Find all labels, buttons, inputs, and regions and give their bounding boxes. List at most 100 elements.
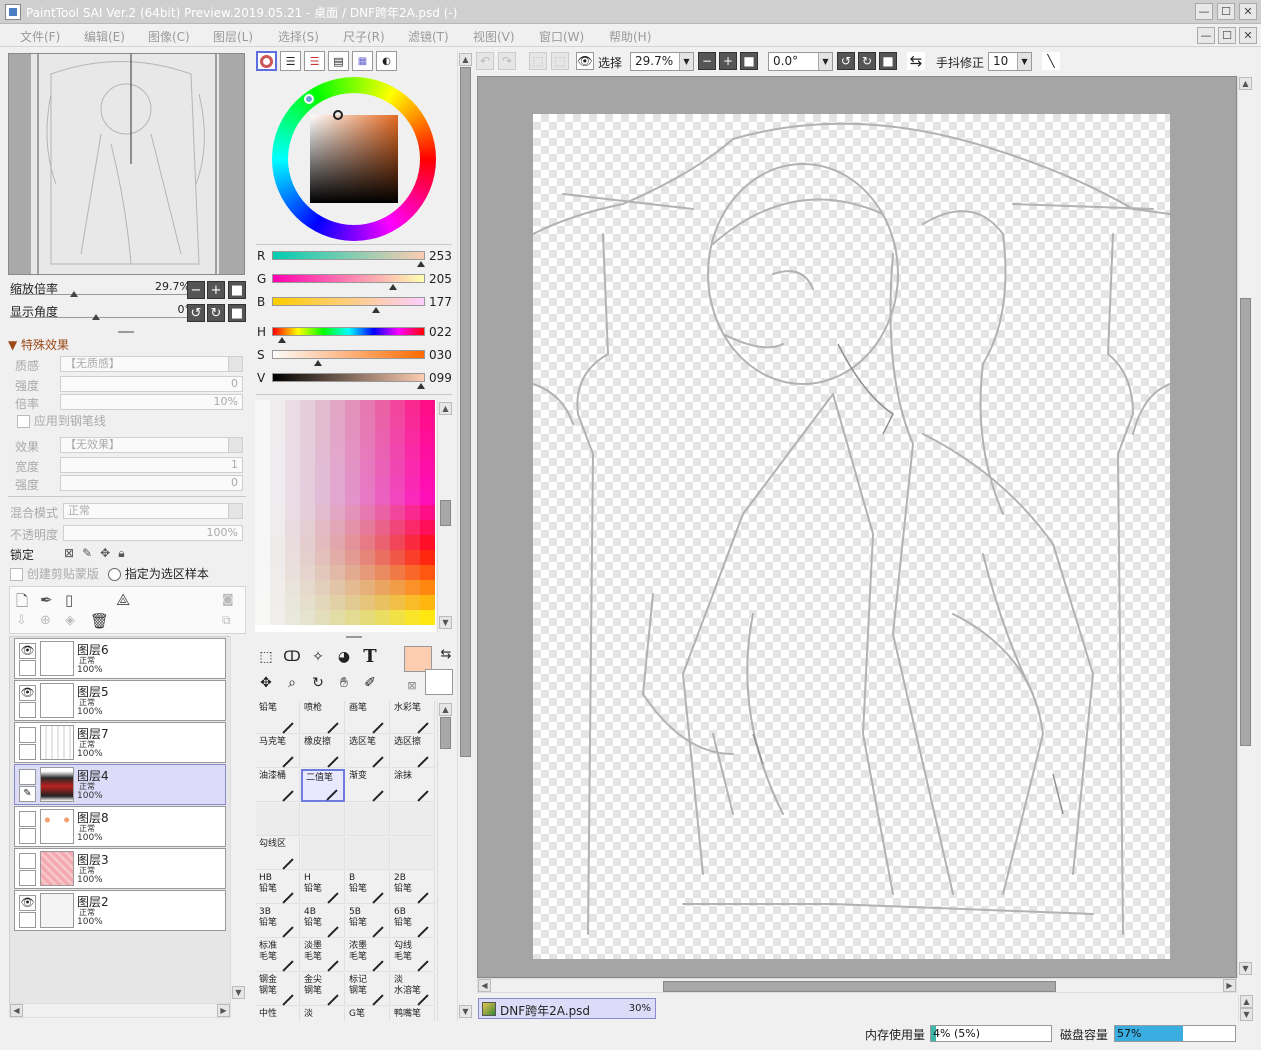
scroll-right-arrow[interactable]: ▶ [1223, 979, 1236, 992]
rgb-slider-mode-button[interactable]: ☰ [280, 51, 301, 71]
color-swatch[interactable] [270, 550, 285, 565]
brush-slot[interactable]: 浓墨 毛笔 [346, 939, 390, 972]
color-swatch[interactable] [330, 550, 345, 565]
color-swatch[interactable] [285, 535, 300, 550]
tab-scrollbar[interactable]: ▲ ▼ [1238, 995, 1254, 1021]
sv-marker[interactable] [333, 110, 343, 120]
color-swatch[interactable] [390, 595, 405, 610]
color-swatch[interactable] [375, 550, 390, 565]
color-swatch[interactable] [345, 460, 360, 475]
layer-visibility-toggle[interactable]: 👁︎ [19, 643, 36, 659]
zoom-slider-track[interactable] [10, 294, 190, 295]
transparent-color-icon[interactable]: ⊠ [401, 675, 423, 697]
color-swatch[interactable] [255, 505, 270, 520]
color-swatch[interactable] [255, 415, 270, 430]
color-swatch[interactable] [315, 505, 330, 520]
b-slider[interactable] [272, 297, 425, 306]
mixer-mode-button[interactable]: ▤ [328, 51, 349, 71]
color-swatch[interactable] [405, 580, 420, 595]
brush-slot[interactable]: G笔 [346, 1007, 390, 1021]
layer-list-scrollbar[interactable]: ▼ [230, 636, 246, 1018]
color-swatch[interactable] [330, 490, 345, 505]
color-swatch[interactable] [255, 550, 270, 565]
brush-slot[interactable] [391, 837, 435, 870]
swatch-scrollbar-thumb[interactable] [440, 500, 451, 526]
color-swatch[interactable] [255, 430, 270, 445]
zoom-reset-button[interactable]: ■ [228, 281, 246, 299]
brush-slot[interactable]: 标准 毛笔 [256, 939, 300, 972]
color-swatch[interactable] [360, 430, 375, 445]
brush-slot[interactable]: 铅笔 [256, 701, 300, 734]
menu-window[interactable]: 窗口(W) [539, 28, 584, 45]
color-swatch[interactable] [315, 580, 330, 595]
menu-file[interactable]: 文件(F) [20, 28, 60, 45]
color-swatch[interactable] [300, 505, 315, 520]
color-swatch[interactable] [285, 505, 300, 520]
color-wheel-mode-button[interactable] [256, 51, 277, 71]
brush-slot[interactable]: 4B 铅笔 [301, 905, 345, 938]
color-swatch[interactable] [270, 430, 285, 445]
color-swatch[interactable] [345, 445, 360, 460]
mdi-close-button[interactable]: ✕ [1239, 27, 1257, 44]
effect-select[interactable]: 【无效果】 [60, 437, 243, 453]
color-swatch[interactable] [405, 445, 420, 460]
canvas-vscrollbar[interactable]: ▲ ▼ [1237, 76, 1253, 978]
brush-slot[interactable]: 金尖 钢笔 [301, 973, 345, 1006]
hue-marker[interactable] [304, 94, 314, 104]
s-slider-thumb[interactable] [314, 360, 322, 366]
brush-slot[interactable] [301, 837, 345, 870]
apply-to-pen-checkbox[interactable] [17, 415, 30, 428]
color-swatch[interactable] [360, 565, 375, 580]
color-swatch[interactable] [255, 580, 270, 595]
color-swatch[interactable] [390, 415, 405, 430]
panel-scrollbar-thumb[interactable] [460, 67, 471, 757]
canvas-vscrollbar-thumb[interactable] [1240, 298, 1251, 746]
h-slider-thumb[interactable] [278, 337, 286, 343]
merge-down-icon[interactable]: ⇩ [16, 613, 27, 628]
color-swatch[interactable] [300, 445, 315, 460]
h-slider[interactable] [272, 327, 425, 336]
color-swatch[interactable] [285, 460, 300, 475]
scroll-up-arrow[interactable]: ▲ [1239, 77, 1252, 90]
brush-slot[interactable]: 鸭嘴笔 [391, 1007, 435, 1021]
scroll-down-arrow[interactable]: ▼ [1240, 1008, 1253, 1021]
color-swatch[interactable] [405, 415, 420, 430]
rotate-reset-button[interactable]: ■ [228, 304, 246, 322]
brush-slot[interactable]: H 铅笔 [301, 871, 345, 904]
brush-slot[interactable]: 涂抹 [391, 769, 435, 802]
effect-width-slider[interactable]: 1 [60, 457, 243, 473]
toolbar-zoom-out-button[interactable]: − [698, 52, 716, 70]
stabilizer-select[interactable]: 10 ▼ [988, 52, 1032, 71]
color-swatch[interactable] [390, 550, 405, 565]
brush-slot[interactable]: 淡墨 毛笔 [301, 939, 345, 972]
move-tool-icon[interactable]: ✥ [255, 672, 277, 694]
color-swatch[interactable] [255, 400, 270, 415]
color-swatch[interactable] [285, 595, 300, 610]
layer-visibility-toggle[interactable] [19, 727, 36, 743]
brush-slot[interactable]: 油漆桶 [256, 769, 300, 802]
panel-scrollbar[interactable]: ▲ ▼ [457, 51, 473, 1021]
r-slider-thumb[interactable] [417, 261, 425, 267]
color-swatch[interactable] [315, 610, 330, 625]
layer-edit-toggle[interactable] [19, 870, 36, 886]
color-wheel[interactable] [272, 77, 438, 241]
color-swatch[interactable] [285, 565, 300, 580]
color-swatch[interactable] [345, 550, 360, 565]
color-swatch[interactable] [360, 520, 375, 535]
brush-slot[interactable]: 2B 铅笔 [391, 871, 435, 904]
clip-mask-checkbox[interactable] [10, 568, 23, 581]
menu-help[interactable]: 帮助(H) [609, 28, 651, 45]
color-swatch[interactable] [375, 535, 390, 550]
color-swatch[interactable] [360, 550, 375, 565]
color-swatch[interactable] [315, 595, 330, 610]
color-swatch[interactable] [390, 520, 405, 535]
color-swatch[interactable] [375, 490, 390, 505]
color-swatch[interactable] [345, 595, 360, 610]
undo-icon[interactable]: ↶ [476, 52, 494, 70]
g-slider-thumb[interactable] [389, 284, 397, 290]
color-swatch[interactable] [360, 610, 375, 625]
color-swatch[interactable] [420, 400, 435, 415]
brush-slot[interactable]: 画笔 [346, 701, 390, 734]
color-swatch[interactable] [375, 475, 390, 490]
color-swatch[interactable] [315, 445, 330, 460]
